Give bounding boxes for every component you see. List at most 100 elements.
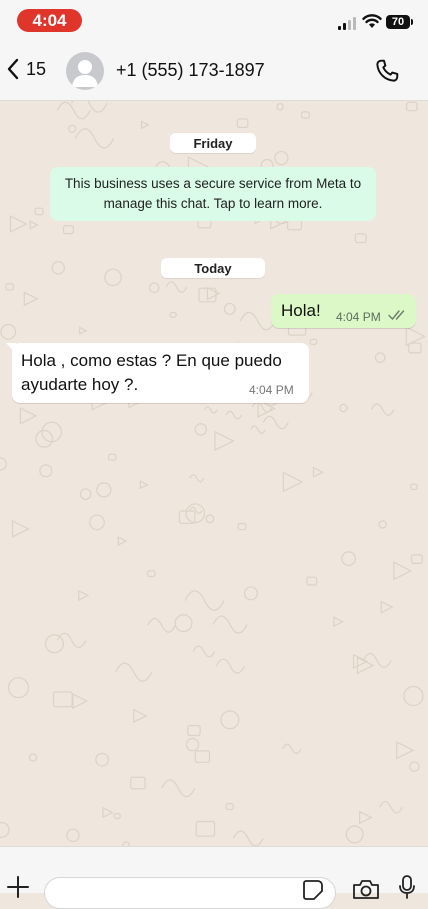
wallpaper-doodle: [341, 551, 356, 567]
message-input[interactable]: [44, 877, 336, 909]
incoming-message[interactable]: Hola , como estas ? En que puedo ayudart…: [6, 343, 309, 403]
wallpaper-doodle: [251, 401, 273, 413]
encryption-notice[interactable]: This business uses a secure service from…: [50, 167, 376, 221]
wallpaper-doodle: [79, 488, 92, 500]
wallpaper-doodle: [0, 821, 10, 838]
wallpaper-doodle: [212, 615, 248, 634]
wallpaper-doodle: [51, 261, 65, 275]
wallpaper-doodle: [237, 522, 247, 531]
wallpaper-doodle: [345, 825, 364, 844]
wallpaper-doodle: [276, 103, 284, 111]
battery-indicator: 70: [386, 15, 413, 29]
wallpaper-doodle: [115, 662, 153, 682]
wallpaper-doodle: [282, 743, 302, 755]
wallpaper-doodle: [78, 589, 90, 602]
wallpaper-doodle: [312, 466, 325, 478]
wallpaper-doodle: [11, 520, 30, 538]
wallpaper-doodle: [62, 225, 75, 235]
wallpaper-doodle: [107, 453, 117, 461]
wallpaper-doodle: [185, 737, 200, 752]
wallpaper-doodle: [140, 120, 150, 130]
status-bar: 4:04 70: [0, 0, 428, 44]
wallpaper-doodle: [95, 752, 110, 767]
wallpaper-doodle: [362, 652, 392, 669]
wallpaper-doodle: [333, 616, 345, 628]
wallpaper-doodle: [189, 474, 205, 483]
wallpaper-doodle: [117, 536, 128, 546]
wallpaper-doodle: [223, 302, 236, 315]
wallpaper-doodle: [236, 118, 249, 128]
microphone-icon[interactable]: [398, 875, 416, 899]
wallpaper-doodle: [34, 207, 44, 216]
wallpaper-doodle: [56, 101, 91, 120]
wallpaper-doodle: [187, 725, 201, 737]
wallpaper-doodle: [174, 614, 193, 633]
unread-chats-count: 15: [26, 58, 47, 79]
plus-icon[interactable]: [6, 875, 30, 899]
wallpaper-doodle: [39, 464, 53, 478]
camera-icon[interactable]: [352, 878, 380, 900]
wallpaper-doodle: [0, 457, 7, 471]
wallpaper-doodle: [184, 590, 225, 611]
phone-icon[interactable]: [374, 58, 400, 84]
wallpaper-doodle: [194, 750, 211, 763]
wallpaper-doodle: [169, 311, 177, 318]
wallpaper-doodle: [408, 342, 422, 354]
sticker-icon[interactable]: [302, 879, 324, 901]
message-composer: [0, 846, 428, 909]
avatar[interactable]: [66, 52, 104, 90]
message-text: Hola!: [281, 301, 321, 320]
contact-name[interactable]: +1 (555) 173-1897: [116, 60, 265, 81]
wallpaper-doodle: [9, 215, 28, 233]
wallpaper-doodle: [262, 415, 289, 430]
back-button[interactable]: 15: [6, 57, 46, 81]
wallpaper-doodle: [403, 685, 424, 707]
wallpaper-doodle: [5, 283, 15, 291]
wallpaper-doodle: [147, 617, 176, 633]
wallpaper-doodle: [232, 830, 264, 846]
wallpaper-doodle: [250, 425, 266, 434]
wallpaper-doodle: [44, 634, 65, 654]
message-time: 4:04 PM: [249, 383, 294, 397]
wallpaper-doodle: [29, 220, 39, 230]
wallpaper-doodle: [130, 776, 146, 790]
wallpaper-doodle: [66, 828, 80, 843]
wallpaper-doodle: [225, 803, 234, 811]
wallpaper-doodle: [220, 710, 240, 730]
wallpaper-doodle: [52, 691, 73, 708]
wallpaper-doodle: [393, 561, 413, 581]
wallpaper-doodle: [410, 483, 418, 491]
wallpaper-doodle: [56, 632, 87, 649]
status-time: 4:04: [17, 9, 82, 32]
wallpaper-doodle: [379, 800, 403, 814]
wallpaper-doodle: [370, 403, 395, 416]
cellular-signal-icon: [338, 16, 356, 30]
wallpaper-doodle: [189, 506, 203, 515]
wallpaper-doodle: [148, 282, 160, 294]
wallpaper-doodle: [79, 326, 88, 335]
wallpaper-doodle: [147, 570, 156, 578]
wallpaper-doodle: [161, 779, 196, 798]
wallpaper-doodle: [274, 150, 289, 166]
encryption-notice-text: This business uses a secure service from…: [64, 176, 362, 211]
wallpaper-doodle: [96, 482, 112, 498]
wallpaper-doodle: [0, 323, 17, 340]
wallpaper-doodle: [396, 741, 415, 760]
wallpaper-doodle: [410, 554, 423, 564]
wallpaper-doodle: [89, 514, 105, 531]
wallpaper-doodle: [192, 645, 216, 658]
wallpaper-doodle: [359, 810, 373, 825]
message-time: 4:04 PM: [336, 310, 381, 324]
wallpaper-doodle: [133, 708, 148, 724]
wallpaper-doodle: [306, 576, 318, 586]
wallpaper-doodle: [165, 281, 188, 293]
wallpaper-doodle: [28, 753, 38, 762]
wallpaper-doodle: [339, 403, 348, 413]
avatar-placeholder-icon: [72, 60, 98, 87]
chat-area[interactable]: Friday This business uses a secure servi…: [0, 101, 428, 846]
outgoing-message[interactable]: Hola! 4:04 PM: [271, 294, 416, 328]
wallpaper-doodle: [19, 407, 38, 425]
wallpaper-doodle: [104, 268, 122, 287]
double-check-icon: [388, 310, 405, 321]
wallpaper-doodle: [102, 806, 114, 819]
